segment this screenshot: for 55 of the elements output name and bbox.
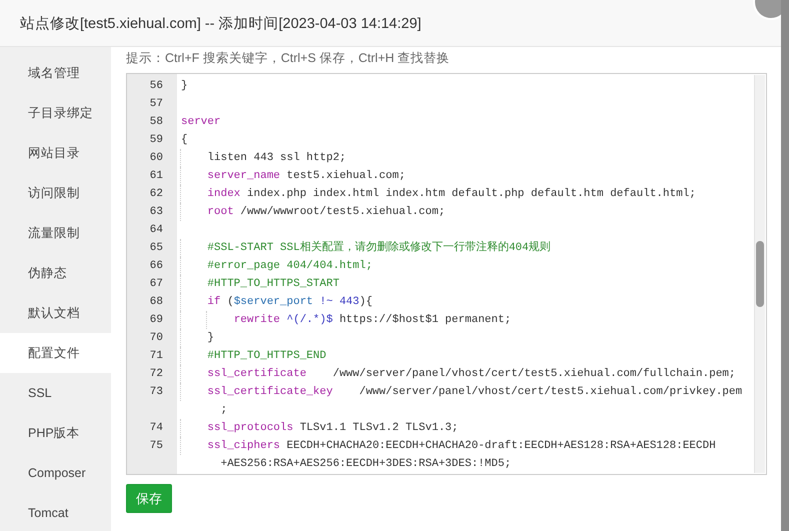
line-number: 58 bbox=[148, 115, 163, 130]
code-line: } bbox=[177, 329, 214, 347]
line-number: 57 bbox=[148, 97, 163, 112]
line-number: 68 bbox=[148, 295, 163, 310]
code-line: index index.php index.html index.htm default.php default.htm default.html; bbox=[177, 185, 696, 203]
line-number: 56 bbox=[148, 79, 163, 94]
window-title: 站点修改[test5.xiehual.com] -- 添加时间[2023-04-03 14:14:29] bbox=[20, 14, 422, 32]
line-number: 64 bbox=[148, 223, 163, 238]
code-line: rewrite ^(/.*)$ https://$host$1 permanent; bbox=[177, 311, 512, 329]
sidebar-item[interactable]: Tomcat bbox=[0, 493, 111, 531]
sidebar-item[interactable]: Composer bbox=[0, 453, 111, 493]
code-line: ssl_ciphers EECDH+CHACHA20:EECDH+CHACHA20-draft:EECDH+AES128:RSA+AES128:EECDH +AES256:RSA+AES256:EECDH+3DES:RSA+3DES:!MD5; bbox=[177, 437, 716, 473]
line-number: 72 bbox=[148, 367, 163, 382]
code-line: ssl_certificate_key /www/server/panel/vhost/cert/test5.xiehual.com/privkey.pem ; bbox=[177, 383, 742, 419]
sidebar-item[interactable]: 子目录绑定 bbox=[0, 93, 111, 133]
scrollbar[interactable] bbox=[754, 75, 765, 473]
line-number: 69 bbox=[148, 313, 163, 328]
line-number: 73 bbox=[148, 385, 163, 400]
code-line: #error_page 404/404.html; bbox=[177, 257, 372, 275]
sidebar-item[interactable]: 网站目录 bbox=[0, 133, 111, 173]
hint-text: 提示：Ctrl+F 搜索关键字，Ctrl+S 保存，Ctrl+H 查找替换 bbox=[126, 50, 451, 67]
code-editor[interactable] bbox=[126, 73, 767, 475]
line-number: 65 bbox=[148, 241, 163, 256]
code-line: if ($server_port !~ 443){ bbox=[177, 293, 372, 311]
sidebar-item[interactable]: 配置文件 bbox=[0, 333, 111, 373]
code-line: } bbox=[180, 79, 188, 94]
sidebar-item[interactable]: 访问限制 bbox=[0, 173, 111, 213]
line-number: 70 bbox=[148, 331, 163, 346]
code-line: server bbox=[180, 115, 221, 130]
sidebar-item[interactable]: 默认文档 bbox=[0, 293, 111, 333]
line-number: 62 bbox=[148, 187, 163, 202]
sidebar-item[interactable]: SSL bbox=[0, 373, 111, 413]
code-line: root /www/wwwroot/test5.xiehual.com; bbox=[177, 203, 446, 221]
sidebar-item[interactable]: 流量限制 bbox=[0, 213, 111, 253]
code-line: #SSL-START SSL相关配置，请勿删除或修改下一行带注释的404规则 bbox=[177, 239, 551, 257]
line-number: 63 bbox=[148, 205, 163, 220]
code-line: #HTTP_TO_HTTPS_START bbox=[177, 275, 340, 293]
sidebar-item[interactable]: 伪静态 bbox=[0, 253, 111, 293]
line-number: 66 bbox=[148, 259, 163, 274]
code-line: { bbox=[180, 133, 188, 148]
sidebar-item[interactable]: 域名管理 bbox=[0, 53, 111, 93]
line-number: 61 bbox=[148, 169, 163, 184]
line-number: 75 bbox=[148, 439, 163, 454]
line-number: 71 bbox=[148, 349, 163, 364]
code-line: ssl_certificate /www/server/panel/vhost/cert/test5.xiehual.com/fullchain.pem; bbox=[177, 365, 736, 383]
sidebar-item[interactable]: PHP版本 bbox=[0, 413, 111, 453]
code-line: server_name test5.xiehual.com; bbox=[177, 167, 406, 185]
code-line: #HTTP_TO_HTTPS_END bbox=[177, 347, 326, 365]
line-number: 60 bbox=[148, 151, 163, 166]
scrollbar-thumb[interactable] bbox=[756, 241, 764, 307]
code-line: listen 443 ssl http2; bbox=[177, 149, 346, 167]
line-number: 59 bbox=[148, 133, 163, 148]
line-number: 67 bbox=[148, 277, 163, 292]
code-line: ssl_protocols TLSv1.1 TLSv1.2 TLSv1.3; bbox=[177, 419, 458, 437]
line-number: 74 bbox=[148, 421, 163, 436]
